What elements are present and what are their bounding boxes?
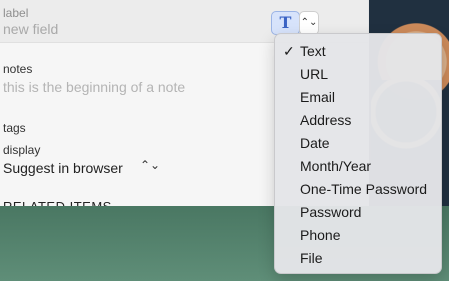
- menu-item-label: One-Time Password: [300, 181, 428, 197]
- field-type-button[interactable]: T: [271, 11, 300, 35]
- menu-item-label: File: [300, 250, 323, 266]
- tags-title[interactable]: tags: [3, 121, 26, 135]
- related-items-heading: RELATED ITEMS: [3, 199, 112, 206]
- menu-item-phone[interactable]: Phone: [275, 224, 441, 247]
- menu-item-label: Address: [300, 112, 352, 128]
- menu-item-label: Month/Year: [300, 158, 372, 174]
- menu-item-label: Email: [300, 89, 336, 105]
- text-type-icon: T: [279, 13, 292, 32]
- display-title: display: [3, 143, 41, 157]
- label-field-input[interactable]: new field: [3, 21, 58, 37]
- notes-title: notes: [3, 62, 33, 76]
- menu-item-email[interactable]: Email: [275, 86, 441, 109]
- checkmark-icon: ✓: [283, 43, 295, 59]
- menu-item-label: Date: [300, 135, 330, 151]
- menu-item-label: Password: [300, 204, 362, 220]
- chevron-updown-icon: ⌃⌄: [300, 17, 318, 28]
- menu-item-date[interactable]: Date: [275, 132, 441, 155]
- menu-item-label: Text: [300, 43, 326, 59]
- menu-item-one-time-password[interactable]: One-Time Password: [275, 178, 441, 201]
- menu-item-label: Phone: [300, 227, 341, 243]
- menu-item-password[interactable]: Password: [275, 201, 441, 224]
- display-select[interactable]: Suggest in browser: [3, 160, 123, 176]
- chevron-updown-icon[interactable]: ⌃⌄: [140, 158, 160, 172]
- field-type-menu: ✓ Text URL Email Address Date Month/Year…: [274, 33, 442, 274]
- menu-item-url[interactable]: URL: [275, 63, 441, 86]
- notes-input[interactable]: this is the beginning of a note: [3, 79, 185, 95]
- label-field-title: label: [3, 6, 29, 20]
- menu-item-text[interactable]: ✓ Text: [275, 40, 441, 63]
- menu-item-file[interactable]: File: [275, 247, 441, 270]
- menu-item-month-year[interactable]: Month/Year: [275, 155, 441, 178]
- menu-item-label: URL: [300, 66, 329, 82]
- field-type-stepper-button[interactable]: ⌃⌄: [299, 11, 319, 35]
- menu-item-address[interactable]: Address: [275, 109, 441, 132]
